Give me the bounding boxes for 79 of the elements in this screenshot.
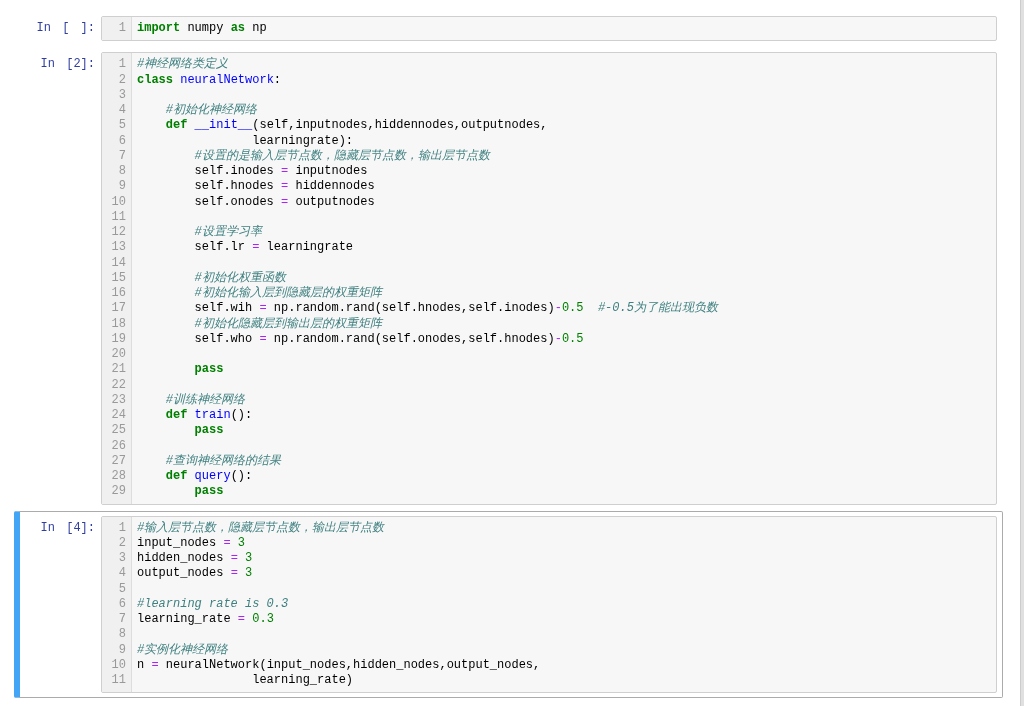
code-cell[interactable]: In [ ]: 1 import numpy as np [14,11,1003,47]
code-line: hidden_nodes = 3 [137,551,253,567]
code-line: #初始化隐藏层到输出层的权重矩阵 [193,316,382,332]
line-number: 8 [118,164,126,180]
code-line: #输入层节点数，隐藏层节点数，输出层节点数 [137,520,385,536]
code-line: #设置的是输入层节点数，隐藏层节点数，输出层节点数 [193,148,490,164]
code-line: def train(): [164,408,253,424]
line-number: 7 [118,612,126,628]
cell-prompt: In [2]: [40,57,95,73]
line-number: 4 [118,566,126,582]
line-number: 28 [111,469,126,485]
line-number: 5 [118,581,126,597]
line-number: 2 [118,72,126,88]
code-line: #实例化神经网络 [137,642,229,658]
line-number: 8 [118,627,126,643]
line-number: 10 [111,657,126,673]
line-number: 26 [111,438,126,454]
line-number: 22 [111,377,126,393]
line-number: 19 [111,331,126,347]
line-number: 27 [111,453,126,469]
line-number: 5 [118,118,126,134]
code-line: #设置学习率 [193,225,262,241]
line-number: 2 [118,535,126,551]
line-number: 6 [118,133,126,149]
line-number: 11 [111,209,126,225]
code-line: #初始化神经网络 [164,103,257,119]
code-line: output_nodes = 3 [137,566,253,582]
code-line: self.onodes = outputnodes [193,194,375,210]
line-number: 1 [118,21,126,37]
line-number: 6 [118,596,126,612]
line-number: 25 [111,423,126,439]
line-number: 1 [118,520,126,536]
code-line: #learning rate is 0.3 [137,596,289,612]
line-number: 15 [111,270,126,286]
code-line: self.wih = np.random.rand(self.hnodes,self.inodes)-0.5 #-0.5为了能出现负数 [193,301,718,317]
code-line: pass [193,484,224,500]
code-editor[interactable]: 1 import numpy as np [101,16,997,42]
line-number: 9 [118,642,126,658]
code-line: n = neuralNetwork(input_nodes,hidden_nodes,output_nodes, [137,657,541,673]
line-number: 10 [111,194,126,210]
code-line: pass [193,423,224,439]
code-line: learning_rate) [251,673,354,689]
code-line: pass [193,362,224,378]
line-number: 4 [118,103,126,119]
code-line: self.hnodes = hiddennodes [193,179,375,195]
line-number: 17 [111,301,126,317]
line-number: 9 [118,179,126,195]
line-number: 29 [111,484,126,500]
code-line: learning_rate = 0.3 [137,612,274,628]
code-line: learningrate): [251,133,354,149]
line-number: 16 [111,286,126,302]
code-line: self.lr = learningrate [193,240,354,256]
line-number: 1 [118,57,126,73]
code-line: #初始化权重函数 [193,270,286,286]
code-line: import numpy as np [137,21,267,37]
code-line: def query(): [164,469,253,485]
code-line: def __init__(self,inputnodes,hiddennodes,outputnodes, [164,118,548,134]
line-number: 18 [111,316,126,332]
code-line: #神经网络类定义 [137,57,229,73]
line-number: 13 [111,240,126,256]
code-line: self.who = np.random.rand(self.onodes,self.hnodes)-0.5 [193,331,584,347]
code-line: self.inodes = inputnodes [193,164,368,180]
code-line: #训练神经网络 [164,392,245,408]
cell-prompt: In [ ]: [36,21,95,36]
line-number: 3 [118,87,126,103]
line-number: 14 [111,255,126,271]
line-number: 24 [111,408,126,424]
line-number: 20 [111,347,126,363]
cell-prompt: In [4]: [40,520,95,536]
line-number: 23 [111,392,126,408]
line-number: 11 [111,673,126,689]
code-line: class neuralNetwork: [137,72,282,88]
line-number: 21 [111,362,126,378]
line-number: 3 [118,551,126,567]
line-number: 12 [111,225,126,241]
code-line: #查询神经网络的结果 [164,453,281,469]
line-number: 7 [118,148,126,164]
code-line: #初始化输入层到隐藏层的权重矩阵 [193,286,382,302]
code-line: input_nodes = 3 [137,535,246,551]
